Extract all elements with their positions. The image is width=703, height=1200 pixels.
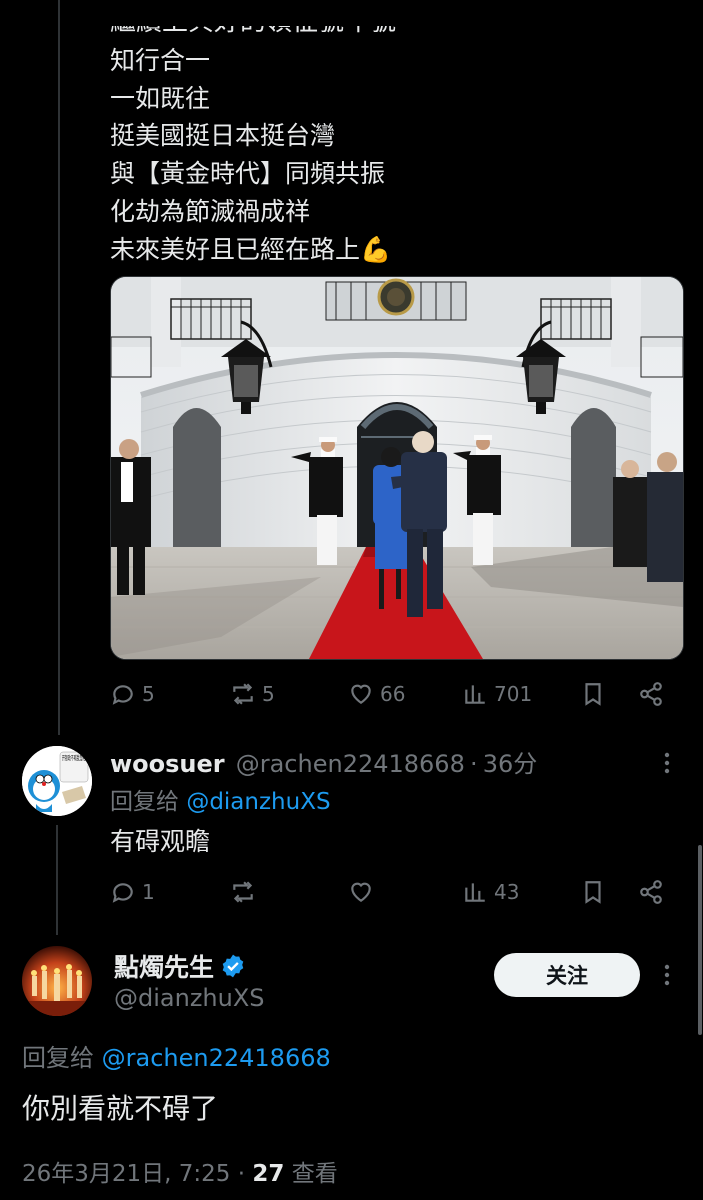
like-button[interactable]: 66: [348, 676, 405, 712]
reply-button[interactable]: 1: [110, 874, 155, 910]
reply-to-user-link[interactable]: @dianzhuXS: [186, 789, 330, 815]
reply-icon: [112, 883, 133, 903]
reply-count: 1: [142, 880, 155, 904]
doraemon-avatar-image: 开银政不喊我是吧?: [22, 746, 92, 816]
view-label: 查看: [291, 1161, 338, 1187]
reply-time[interactable]: 36分: [483, 750, 538, 778]
display-name[interactable]: 點燭先生: [114, 948, 214, 984]
retweet-button[interactable]: [230, 874, 256, 910]
more-vertical-icon: [664, 964, 670, 986]
user-handle[interactable]: @dianzhuXS: [114, 984, 265, 1012]
follow-button[interactable]: 关注: [494, 953, 640, 997]
heart-icon: [351, 882, 371, 902]
main-reply-text: 你別看就不碍了: [22, 1092, 219, 1125]
bookmark-icon: [585, 683, 601, 706]
candles-avatar-image: [22, 946, 92, 1016]
views-button[interactable]: 43: [462, 874, 519, 910]
more-vertical-icon: [664, 752, 670, 774]
thread-connector-line: [58, 0, 60, 735]
retweet-icon: [233, 683, 253, 705]
scrollbar-thumb[interactable]: [698, 845, 702, 1035]
retweet-icon: [233, 881, 253, 903]
user-handle[interactable]: @rachen22418668: [236, 750, 465, 778]
bookmark-icon: [585, 881, 601, 904]
tweet-photo[interactable]: [110, 276, 684, 660]
view-count: 43: [494, 880, 520, 904]
tweet-text-clipped-line: 繼續上與好的領征號年號: [110, 7, 397, 37]
timestamp[interactable]: 26年3月21日, 7:25: [22, 1161, 230, 1187]
tweet-action-bar: 5 5 66 701: [110, 676, 670, 712]
reply-to-label: 回复给: [22, 1044, 94, 1072]
display-name[interactable]: woosuer: [110, 750, 225, 778]
reply-to-line: 回复给 @dianzhuXS: [110, 782, 331, 816]
bar-chart-icon: [465, 685, 485, 704]
tweet-text: 知行合一 一如既往 挺美國挺日本挺台灣 與【黃金時代】同頻共振 化劫為節滅禍成祥…: [110, 42, 391, 268]
share-button[interactable]: [638, 676, 664, 712]
tweet-text-line: 一如既往: [110, 83, 211, 113]
more-options-button[interactable]: [662, 964, 672, 986]
reply-button[interactable]: 5: [110, 676, 155, 712]
bookmark-button[interactable]: [580, 874, 606, 910]
tweet-text-line: 與【黃金時代】同頻共振: [110, 159, 386, 189]
reply-to-user-link[interactable]: @rachen22418668: [102, 1044, 331, 1072]
reply-text: 有碍观瞻: [110, 827, 211, 856]
reply-action-bar: 1 43: [110, 874, 670, 910]
separator-dot: ·: [469, 750, 478, 778]
separator-dot: ·: [237, 1161, 246, 1187]
reply-icon: [112, 685, 133, 705]
like-count: 66: [380, 682, 406, 706]
tweet-text-line: 挺美國挺日本挺台灣: [110, 121, 336, 151]
white-house-photo: [111, 277, 683, 659]
author-name-row: 點燭先生: [114, 948, 246, 984]
tweet-text-line: 化劫為節滅禍成祥: [110, 196, 311, 226]
bookmark-button[interactable]: [580, 676, 606, 712]
scrollbar[interactable]: [697, 0, 703, 1200]
timestamp-row: 26年3月21日, 7:25 · 27 查看: [22, 1154, 338, 1188]
view-count: 701: [494, 682, 533, 706]
retweet-count: 5: [262, 682, 275, 706]
thread-connector-line: [56, 825, 58, 935]
avatar[interactable]: [22, 946, 92, 1016]
view-count: 27: [252, 1161, 285, 1187]
heart-icon: [351, 684, 371, 704]
reply-to-label: 回复给: [110, 789, 179, 815]
reply-count: 5: [142, 682, 155, 706]
more-options-button[interactable]: [662, 752, 672, 774]
like-button[interactable]: [348, 874, 374, 910]
tweet-text-line: 未來美好且已經在路上💪: [110, 234, 392, 264]
verified-badge-icon: [222, 954, 244, 978]
retweet-button[interactable]: 5: [230, 676, 275, 712]
share-icon: [640, 880, 662, 904]
share-button[interactable]: [638, 874, 664, 910]
avatar-caption: 开银政不喊我是吧?: [62, 753, 87, 762]
avatar[interactable]: 开银政不喊我是吧?: [22, 746, 92, 816]
bar-chart-icon: [465, 883, 485, 902]
share-icon: [640, 682, 662, 706]
tweet-text-line: 知行合一: [110, 46, 211, 75]
views-button[interactable]: 701: [462, 676, 532, 712]
reply-to-line: 回复给 @rachen22418668: [22, 1038, 331, 1073]
reply-header: woosuer @rachen22418668 · 36分: [110, 744, 537, 779]
